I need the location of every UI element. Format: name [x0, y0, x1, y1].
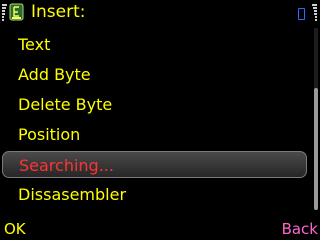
menu-item-delete-byte[interactable]: Delete Byte: [0, 90, 314, 120]
back-softkey[interactable]: Back: [282, 219, 318, 239]
tab-indicator-icon: [298, 8, 305, 20]
menu-item-dissasembler[interactable]: Dissasembler: [0, 180, 314, 210]
battery-bars-icon: [312, 4, 317, 21]
scrollbar-thumb[interactable]: [314, 88, 318, 210]
status-header: Insert:: [0, 0, 320, 26]
signal-bars-icon: [2, 4, 7, 21]
menu-item-add-byte[interactable]: Add Byte: [0, 60, 314, 90]
app-icon: [9, 3, 24, 21]
ok-softkey[interactable]: OK: [4, 219, 26, 239]
menu-item-text[interactable]: Text: [0, 30, 314, 60]
page-title: Insert:: [31, 2, 86, 22]
menu-item-searching[interactable]: Searching...: [2, 151, 307, 178]
menu-item-position[interactable]: Position: [0, 120, 314, 150]
insert-menu-list: Text Add Byte Delete Byte Position Searc…: [0, 30, 314, 210]
